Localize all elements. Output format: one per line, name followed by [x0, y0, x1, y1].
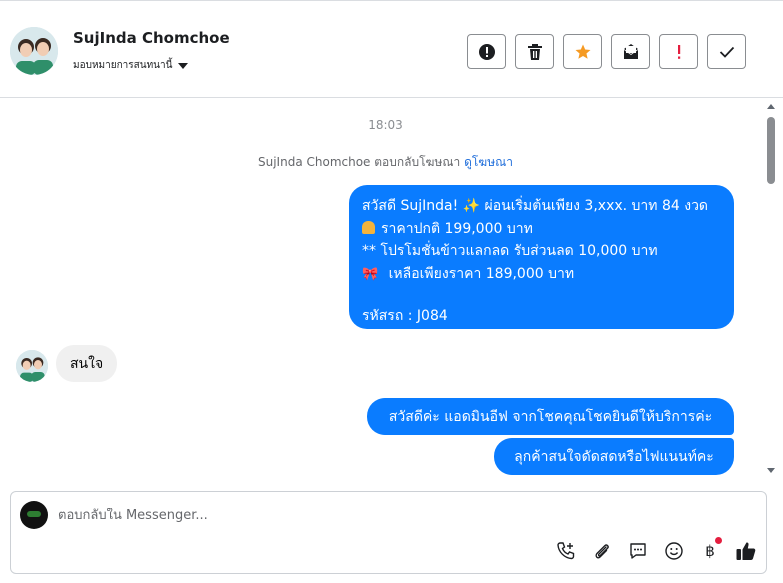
check-icon: [719, 46, 734, 58]
paperclip-icon: [595, 544, 609, 559]
mark-unread-button[interactable]: [611, 34, 650, 69]
contact-name[interactable]: SujInda Chomchoe: [73, 29, 230, 47]
reply-composer: ฿: [10, 491, 767, 574]
page-avatar: [20, 501, 48, 529]
envelope-icon: [623, 43, 638, 59]
trash-icon: [527, 43, 542, 60]
attach-button[interactable]: [590, 539, 614, 563]
header-actions: [467, 34, 746, 69]
baht-icon: ฿: [705, 542, 715, 560]
reply-input[interactable]: [58, 508, 658, 523]
caret-down-icon: [178, 63, 189, 69]
ad-line: 🎀 เหลือเพียงราคา 189,000 บาท: [362, 263, 721, 287]
saved-replies-button[interactable]: [626, 539, 650, 563]
bell-icon: [362, 220, 375, 234]
scroll-down-arrow-icon[interactable]: [767, 468, 775, 473]
mark-done-button[interactable]: [707, 34, 746, 69]
star-icon: [575, 44, 590, 59]
ribbon-icon: 🎀: [362, 266, 379, 282]
follow-up-button[interactable]: [659, 34, 698, 69]
scroll-up-arrow-icon[interactable]: [767, 104, 775, 109]
spam-button[interactable]: [467, 34, 506, 69]
incoming-message[interactable]: สนใจ: [56, 345, 118, 382]
exclamation-circle-icon: [478, 43, 495, 60]
payment-button[interactable]: ฿: [698, 537, 722, 563]
exclamation-icon: [677, 44, 680, 59]
outgoing-ad-message[interactable]: สวัสดี SujInda! ✨ ผ่อนเริ่มต้นเพียง 3,xx…: [349, 185, 734, 329]
ad-reply-text: SujInda Chomchoe ตอบกลับโฆษณา: [258, 155, 461, 169]
contact-avatar-small: [16, 350, 48, 382]
contact-avatar[interactable]: [10, 27, 58, 75]
messenger-panel: SujInda Chomchoe มอบหมายการสนทนานี้ 18:0…: [0, 0, 783, 583]
emoji-button[interactable]: [662, 539, 686, 563]
ad-line: รหัสรถ : J084: [362, 308, 448, 324]
composer-tools: ฿: [554, 537, 758, 563]
ad-line: สวัสดี SujInda! ✨ ผ่อนเริ่มต้นเพียง 3,xx…: [362, 198, 709, 214]
assign-conversation-dropdown[interactable]: มอบหมายการสนทนานี้: [73, 58, 189, 73]
thumbs-up-icon: [736, 542, 756, 560]
notification-dot: [715, 537, 722, 544]
like-button[interactable]: [734, 539, 758, 563]
view-ad-link[interactable]: ดูโฆษณา: [464, 155, 513, 169]
chat-bubble-icon: [630, 543, 646, 559]
outgoing-message[interactable]: สวัสดีค่ะ แอดมินอีฟ จากโชคคุณโชคยินดีให้…: [367, 398, 734, 435]
ad-reply-note: SujInda Chomchoe ตอบกลับโฆษณา ดูโฆษณา: [0, 153, 771, 172]
star-button[interactable]: [563, 34, 602, 69]
delete-button[interactable]: [515, 34, 554, 69]
message-timestamp: 18:03: [368, 118, 403, 132]
conversation-header: SujInda Chomchoe มอบหมายการสนทนานี้: [0, 1, 783, 98]
smiley-icon: [665, 542, 683, 560]
outgoing-message[interactable]: ลุกค้าสนใจดัดสดหรือไฟแนนท์คะ: [494, 438, 734, 475]
ad-line: ราคาปกติ 199,000 บาท: [362, 218, 721, 241]
call-button[interactable]: [554, 539, 578, 563]
assign-label: มอบหมายการสนทนานี้: [73, 60, 173, 71]
phone-plus-icon: [557, 542, 575, 560]
ad-line: ** โปรโมชั่นข้าวแลกลด รับส่วนลด 10,000 บ…: [362, 243, 658, 259]
